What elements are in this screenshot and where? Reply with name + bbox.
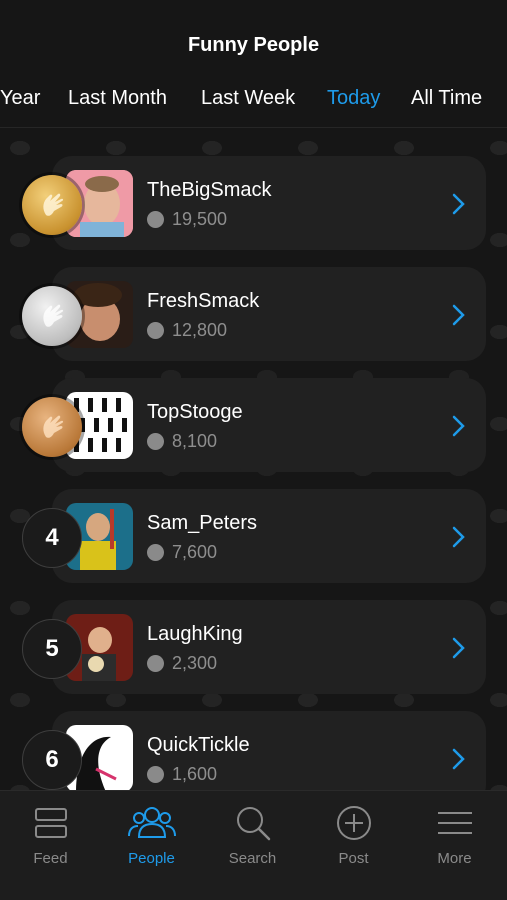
people-icon <box>127 807 176 838</box>
rank-badge: 5 <box>22 619 82 679</box>
ranking-list[interactable]: TheBigSmack 19,500 FreshSmack 12,800 Top… <box>0 128 507 790</box>
chevron-right-icon[interactable] <box>449 414 467 438</box>
tabbar-more[interactable]: More <box>404 791 505 900</box>
tabbar-search[interactable]: Search <box>202 791 303 900</box>
silver-medal-badge <box>22 286 82 346</box>
coin-icon <box>147 544 164 561</box>
chevron-right-icon[interactable] <box>449 747 467 771</box>
coin-icon <box>147 322 164 339</box>
score: 7,600 <box>147 542 217 563</box>
page-title: Funny People <box>187 34 320 56</box>
tab-last-month[interactable]: Last Month <box>68 87 167 110</box>
gold-medal-badge <box>22 175 82 235</box>
username: LaughKing <box>147 623 243 645</box>
header: Funny People Year Last Month Last Week T… <box>0 0 507 128</box>
score: 8,100 <box>147 431 217 452</box>
coin-icon <box>147 766 164 783</box>
bottom-tab-bar: Feed People Search Post More <box>0 790 507 900</box>
tabbar-post[interactable]: Post <box>303 791 404 900</box>
hand-icon <box>43 193 64 216</box>
chevron-right-icon[interactable] <box>449 303 467 327</box>
chevron-right-icon[interactable] <box>449 636 467 660</box>
tabbar-feed[interactable]: Feed <box>0 791 101 900</box>
plus-circle-icon <box>336 806 371 840</box>
username: QuickTickle <box>147 734 250 756</box>
rank-badge: 4 <box>22 508 82 568</box>
menu-icon <box>437 812 472 834</box>
hand-icon <box>43 304 64 327</box>
coin-icon <box>147 211 164 228</box>
rank-badge: 6 <box>22 730 82 790</box>
tab-last-week[interactable]: Last Week <box>201 87 295 110</box>
tab-today[interactable]: Today <box>327 87 380 110</box>
score: 12,800 <box>147 320 227 341</box>
coin-icon <box>147 655 164 672</box>
feed-icon <box>34 808 67 838</box>
chevron-right-icon[interactable] <box>449 192 467 216</box>
score: 2,300 <box>147 653 217 674</box>
username: FreshSmack <box>147 290 260 312</box>
username: TopStooge <box>147 401 243 423</box>
tab-all-time[interactable]: All Time <box>411 87 482 110</box>
hand-icon <box>43 415 64 438</box>
bronze-medal-badge <box>22 397 82 457</box>
score: 19,500 <box>147 209 227 230</box>
username: Sam_Peters <box>147 512 258 534</box>
tab-year[interactable]: Year <box>0 87 40 110</box>
search-icon <box>236 807 270 841</box>
score: 1,600 <box>147 764 217 785</box>
username: TheBigSmack <box>147 179 272 201</box>
chevron-right-icon[interactable] <box>449 525 467 549</box>
coin-icon <box>147 433 164 450</box>
tabbar-people[interactable]: People <box>101 791 202 900</box>
